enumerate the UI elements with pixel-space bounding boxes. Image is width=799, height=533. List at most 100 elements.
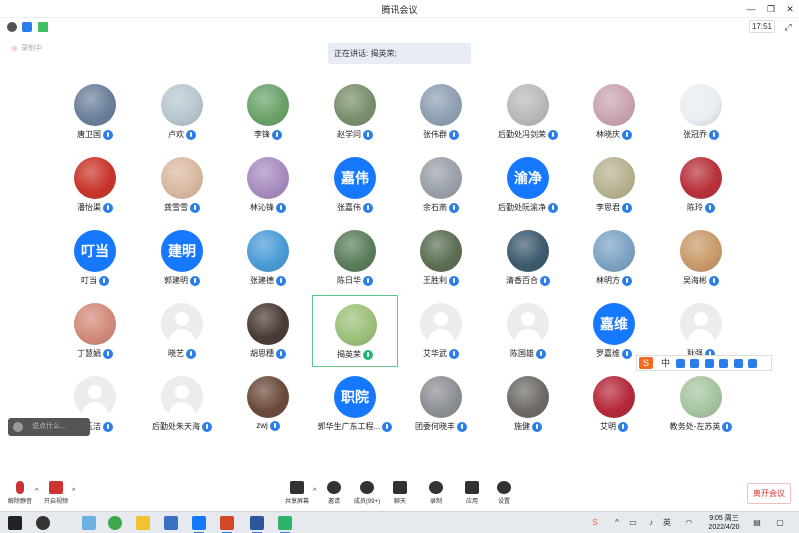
participant-tile[interactable]: 李思君 <box>571 149 657 221</box>
participant-tile[interactable]: 职院 郭华生广东工程... <box>312 368 398 440</box>
word-icon[interactable] <box>250 516 264 533</box>
tray-up-icon[interactable]: ^ <box>612 518 622 528</box>
participant-tile[interactable]: 艾华武 <box>398 295 484 367</box>
participant-tile[interactable]: 团委何晓丰 <box>398 368 484 440</box>
signal-icon[interactable] <box>38 22 48 32</box>
notification-icon[interactable]: ▢ <box>775 518 785 528</box>
volume-icon[interactable]: ♪ <box>646 518 656 528</box>
record-button[interactable]: 录制 <box>416 478 456 505</box>
participant-tile[interactable]: 清香百合 <box>485 222 571 294</box>
avatar-text: 建明 <box>161 230 203 272</box>
skin-icon[interactable] <box>733 359 743 369</box>
participant-name-row: 胡思穗 <box>225 348 311 359</box>
video-button[interactable]: 开启视频 <box>36 478 76 505</box>
participant-tile[interactable]: 后勤处朱天海 <box>139 368 225 440</box>
app-icon-2[interactable] <box>82 516 96 530</box>
record-dot-icon <box>11 44 18 52</box>
participant-tile[interactable]: 张冠乔 <box>658 76 744 148</box>
participant-tile[interactable]: 吴海彬 <box>658 222 744 294</box>
settings-label: 设置 <box>497 499 510 505</box>
powerpoint-icon[interactable] <box>220 516 234 533</box>
browser-icon[interactable] <box>108 516 122 530</box>
share-screen-button[interactable]: 共享屏幕 <box>277 478 317 505</box>
ime-toolbar[interactable]: S 中 <box>636 355 772 371</box>
sogou-tray-icon[interactable]: S <box>590 518 600 528</box>
participant-tile[interactable]: 教务处-左苏英 <box>658 368 744 440</box>
participant-name-row: 郭建明 <box>139 275 225 286</box>
avatar-text: 嘉维 <box>593 303 635 345</box>
participant-name-row: 教务处-左苏英 <box>658 421 744 432</box>
voice-icon[interactable] <box>704 359 714 369</box>
participant-tile[interactable]: 渝净 后勤处阮渝净 <box>485 149 571 221</box>
participant-tile[interactable]: 陈日华 <box>312 222 398 294</box>
participant-tile[interactable]: 唐卫国 <box>52 76 138 148</box>
participant-tile[interactable]: 丁慧娟 <box>52 295 138 367</box>
chat-input[interactable]: 说点什么... <box>8 418 90 436</box>
participant-tile[interactable]: 王胜利 <box>398 222 484 294</box>
settings-button[interactable]: 设置 <box>484 478 524 505</box>
participant-tile[interactable]: 李锋 <box>225 76 311 148</box>
avatar-text: 渝净 <box>507 157 549 199</box>
participant-tile[interactable]: 卢欢 <box>139 76 225 148</box>
participant-tile[interactable]: 张伟群 <box>398 76 484 148</box>
participant-tile[interactable]: 赵学问 <box>312 76 398 148</box>
mute-button[interactable]: 解除静音 <box>0 478 40 505</box>
participant-tile[interactable]: 晓艺 <box>139 295 225 367</box>
participant-tile[interactable]: 林晓庆 <box>571 76 657 148</box>
tencent-meeting-taskbar-icon[interactable] <box>192 516 206 533</box>
participant-tile[interactable]: 潘怡渠 <box>52 149 138 221</box>
participant-name: 林明方 <box>596 276 620 285</box>
toolbox-icon[interactable] <box>748 359 758 369</box>
chat-button[interactable]: 聊天 <box>380 478 420 505</box>
ime-tray-icon[interactable]: 英 <box>662 518 672 528</box>
wechat-icon[interactable] <box>278 516 292 533</box>
emoji-icon[interactable] <box>690 359 700 369</box>
minimize-icon[interactable]: — <box>744 2 758 16</box>
participant-tile[interactable]: 林沁锋 <box>225 149 311 221</box>
video-chevron-icon[interactable]: ^ <box>72 488 75 495</box>
participant-tile[interactable]: 建明 郭建明 <box>139 222 225 294</box>
participant-tile[interactable]: 胡思穗 <box>225 295 311 367</box>
leave-meeting-button[interactable]: 离开会议 <box>747 483 791 504</box>
participant-tile[interactable]: 余石燕 <box>398 149 484 221</box>
ime-mode-label[interactable]: 中 <box>661 358 670 368</box>
default-avatar-icon <box>161 376 203 418</box>
default-avatar-icon <box>420 303 462 345</box>
participant-tile[interactable]: 叮当 叮当 <box>52 222 138 294</box>
punctuation-icon[interactable] <box>675 359 685 369</box>
participant-name: 潘怡渠 <box>77 203 101 212</box>
participant-tile[interactable]: zwj <box>225 368 311 440</box>
participant-tile[interactable]: 施健 <box>485 368 571 440</box>
participant-tile[interactable]: 揭英荣 <box>312 295 398 367</box>
close-icon[interactable]: ✕ <box>783 2 797 16</box>
participant-tile[interactable]: 嘉伟 张嘉伟 <box>312 149 398 221</box>
participant-tile[interactable]: 后勤处冯剑荣 <box>485 76 571 148</box>
keyboard-icon[interactable] <box>719 359 729 369</box>
app-icon-1[interactable] <box>36 516 50 530</box>
participant-tile[interactable]: 艾明 <box>571 368 657 440</box>
taskbar-clock[interactable]: 9:05 周三 2022/4/20 <box>700 514 748 532</box>
participant-name: 余石燕 <box>423 203 447 212</box>
participant-name-row: 后勤处阮渝净 <box>485 202 571 213</box>
mic-status-icon <box>536 348 546 359</box>
app-icon-3[interactable] <box>164 516 178 530</box>
participant-tile[interactable]: 陈玲 <box>658 149 744 221</box>
sogou-icon[interactable]: S <box>639 357 653 369</box>
battery-icon[interactable]: ▭ <box>628 518 638 528</box>
participant-name-row: 余石燕 <box>398 202 484 213</box>
participant-tile[interactable]: 龚雪雪 <box>139 149 225 221</box>
title-bar: 腾讯会议 — ❐ ✕ <box>0 0 799 18</box>
windows-start-icon[interactable] <box>8 516 22 530</box>
wifi-icon[interactable]: ◠ <box>684 518 694 528</box>
participant-name: 龚雪雪 <box>164 203 188 212</box>
participant-tile[interactable]: 张建德 <box>225 222 311 294</box>
file-explorer-icon[interactable] <box>136 516 150 530</box>
shield-icon[interactable] <box>22 22 32 32</box>
mic-status-icon <box>269 421 280 431</box>
participant-tile[interactable]: 陈国雄 <box>485 295 571 367</box>
info-icon[interactable] <box>7 22 17 32</box>
fullscreen-icon[interactable]: ⤢ <box>781 20 795 34</box>
notes-icon[interactable]: ▤ <box>752 518 762 528</box>
restore-icon[interactable]: ❐ <box>764 2 778 16</box>
participant-tile[interactable]: 林明方 <box>571 222 657 294</box>
